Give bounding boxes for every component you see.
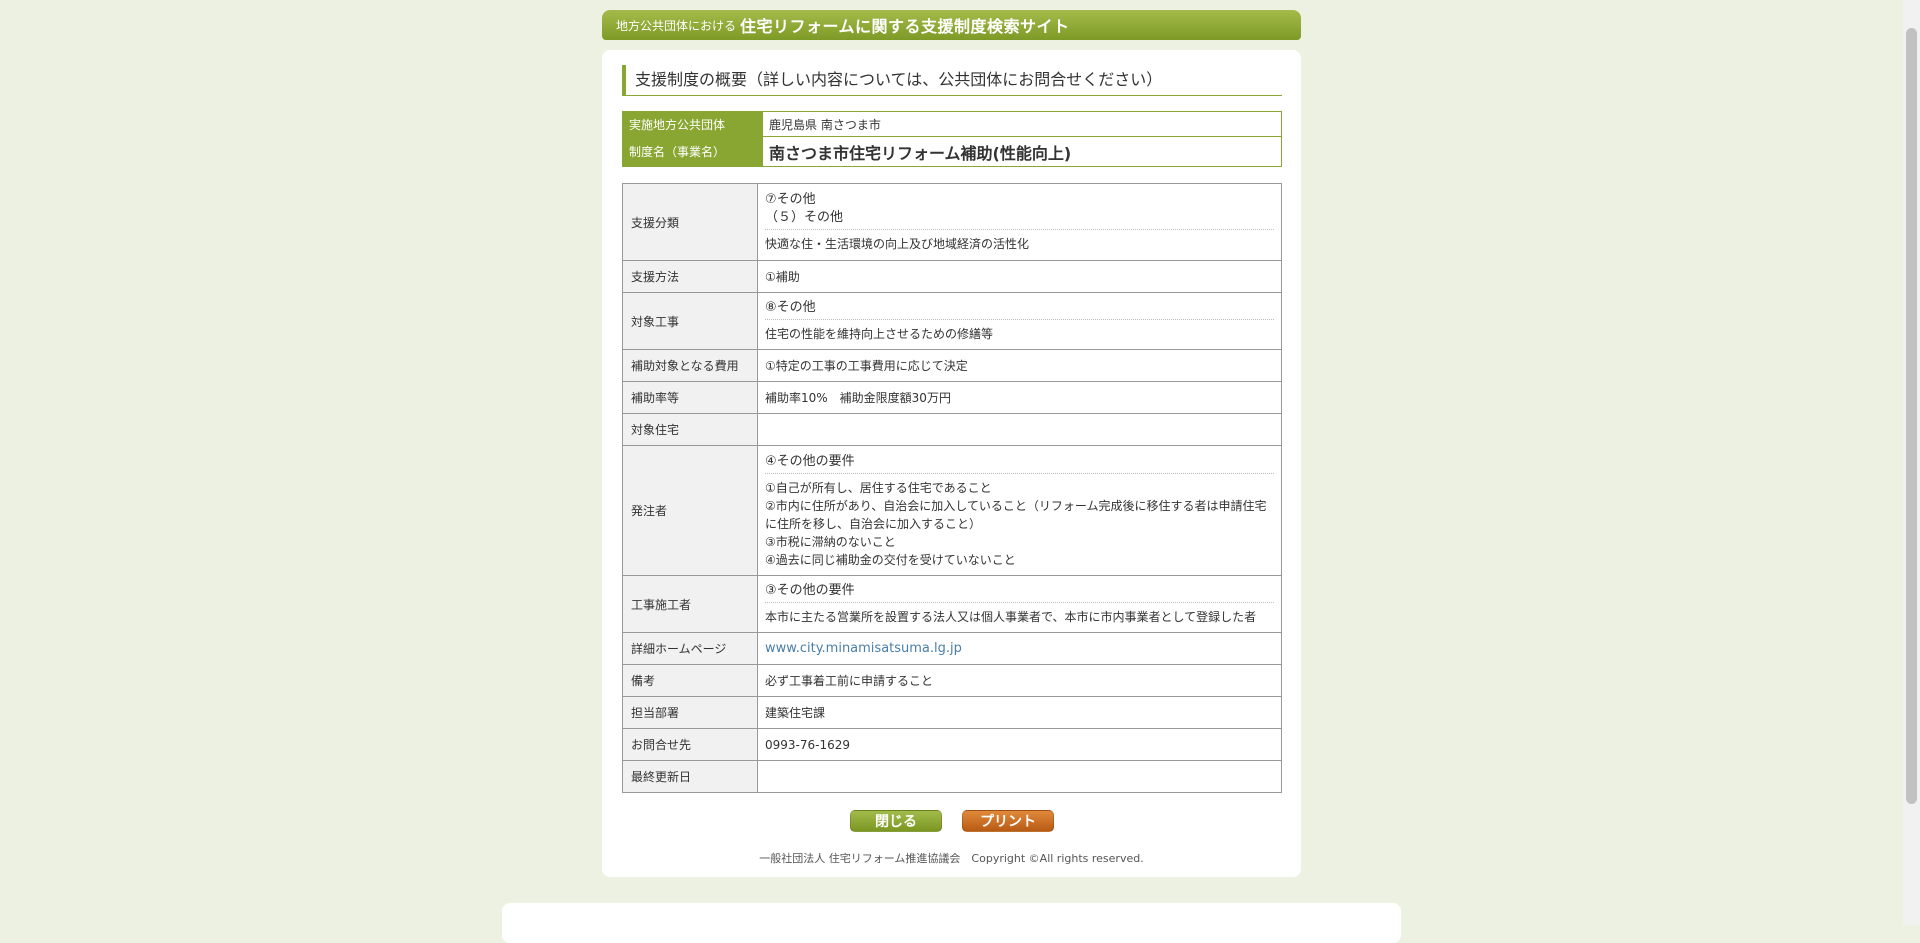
row-target-house: 対象住宅 [622,413,1282,446]
support-method-label: 支援方法 [622,260,758,293]
row-contractor: 工事施工者 ③その他の要件 本市に主たる営業所を設置する法人又は個人事業者で、本… [622,575,1282,633]
row-target-work: 対象工事 ⑧その他 住宅の性能を維持向上させるための修繕等 [622,292,1282,350]
contact-value: 0993-76-1629 [757,728,1282,761]
summary-row-name: 制度名（事業名） 南さつま市住宅リフォーム補助(性能向上) [622,136,1282,167]
department-label: 担当部署 [622,696,758,729]
target-work-label: 対象工事 [622,292,758,350]
details-table: 支援分類 ⑦その他 （５）その他 快適な住・生活環境の向上及び地域経済の活性化 … [622,183,1282,793]
row-last-updated: 最終更新日 [622,760,1282,793]
support-category-label: 支援分類 [622,183,758,261]
eligible-cost-value: ①特定の工事の工事費用に応じて決定 [757,349,1282,382]
footer-copyright: 一般社団法人 住宅リフォーム推進協議会 Copyright ©All right… [759,852,1144,865]
header-subtitle: 地方公共団体における [616,18,737,33]
target-house-label: 対象住宅 [622,413,758,446]
orderer-line: ①自己が所有し、居住する住宅であること [765,480,992,495]
program-name-value: 南さつま市住宅リフォーム補助(性能向上) [762,136,1282,167]
orderer-line: ③市税に滞納のないこと [765,534,896,549]
row-remarks: 備考 必ず工事着工前に申請すること [622,664,1282,697]
print-button[interactable]: プリント [962,810,1054,832]
row-support-method: 支援方法 ①補助 [622,260,1282,293]
last-updated-label: 最終更新日 [622,760,758,793]
contractor-note: 本市に主たる営業所を設置する法人又は個人事業者で、本市に市内事業者として登録した… [765,610,1257,624]
summary-table: 実施地方公共団体 鹿児島県 南さつま市 制度名（事業名） 南さつま市住宅リフォー… [622,111,1282,167]
contractor-label: 工事施工者 [622,575,758,633]
summary-row-org: 実施地方公共団体 鹿児島県 南さつま市 [622,111,1282,137]
support-category-note: 快適な住・生活環境の向上及び地域経済の活性化 [765,237,1030,251]
homepage-label: 詳細ホームページ [622,632,758,665]
subsidy-rate-label: 補助率等 [622,381,758,414]
row-department: 担当部署 建築住宅課 [622,696,1282,729]
subsidy-rate-value: 補助率10% 補助金限度額30万円 [757,381,1282,414]
section-title: 支援制度の概要（詳しい内容については、公共団体にお問合せください） [622,65,1282,96]
lower-panel [502,903,1401,943]
org-label: 実施地方公共団体 [622,111,763,137]
close-button[interactable]: 閉じる [850,810,942,832]
row-homepage: 詳細ホームページ www.city.minamisatsuma.lg.jp [622,632,1282,665]
eligible-cost-label: 補助対象となる費用 [622,349,758,382]
last-updated-value [757,760,1282,793]
orderer-label: 発注者 [622,445,758,576]
orderer-line: ②市内に住所があり、自治会に加入していること（リフォーム完成後に移住する者は申請… [765,498,1267,531]
target-work-head: ⑧その他 [765,299,1274,320]
org-value: 鹿児島県 南さつま市 [762,111,1282,137]
department-value: 建築住宅課 [757,696,1282,729]
support-category-line1: ⑦その他 [765,192,816,207]
support-method-value: ①補助 [757,260,1282,293]
row-subsidy-rate: 補助率等 補助率10% 補助金限度額30万円 [622,381,1282,414]
row-eligible-cost: 補助対象となる費用 ①特定の工事の工事費用に応じて決定 [622,349,1282,382]
scrollbar-thumb[interactable] [1906,28,1917,804]
remarks-value: 必ず工事着工前に申請すること [757,664,1282,697]
vertical-scrollbar[interactable] [1903,0,1920,925]
orderer-line: ④過去に同じ補助金の交付を受けていないこと [765,552,1016,567]
contact-label: お問合せ先 [622,728,758,761]
program-name-label: 制度名（事業名） [622,136,763,167]
remarks-label: 備考 [622,664,758,697]
contractor-head: ③その他の要件 [765,582,1274,603]
support-category-line2: （５）その他 [765,210,844,225]
header-title: 住宅リフォームに関する支援制度検索サイト [740,17,1070,36]
content-card: 支援制度の概要（詳しい内容については、公共団体にお問合せください） 実施地方公共… [602,50,1301,877]
homepage-link[interactable]: www.city.minamisatsuma.lg.jp [765,641,962,656]
row-orderer: 発注者 ④その他の要件 ①自己が所有し、居住する住宅であること ②市内に住所があ… [622,445,1282,576]
site-header: 地方公共団体における 住宅リフォームに関する支援制度検索サイト [602,10,1301,40]
target-house-value [757,413,1282,446]
orderer-head: ④その他の要件 [765,453,1274,474]
target-work-note: 住宅の性能を維持向上させるための修繕等 [765,327,994,341]
row-contact: お問合せ先 0993-76-1629 [622,728,1282,761]
row-support-category: 支援分類 ⑦その他 （５）その他 快適な住・生活環境の向上及び地域経済の活性化 [622,183,1282,261]
